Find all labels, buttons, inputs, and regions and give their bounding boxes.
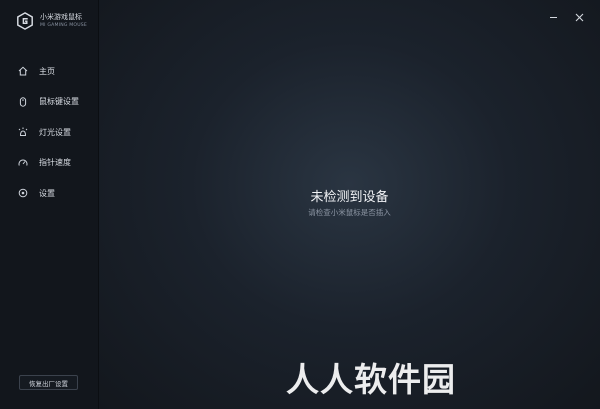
watermark: 人人软件园 xyxy=(286,360,456,399)
sidebar-item-pointer-speed[interactable]: 指针速度 xyxy=(0,148,99,179)
sidebar-item-label: 灯光设置 xyxy=(39,127,71,137)
sidebar-item-label: 设置 xyxy=(39,188,55,198)
mouse-icon xyxy=(17,96,29,108)
brand: 小米游戏鼠标 MI GAMING MOUSE xyxy=(16,12,87,30)
app-subtitle: MI GAMING MOUSE xyxy=(40,23,88,28)
sidebar-item-label: 鼠标键设置 xyxy=(39,97,79,107)
minimize-button[interactable] xyxy=(547,11,559,23)
home-icon xyxy=(17,65,29,77)
close-button[interactable] xyxy=(573,11,585,23)
main-panel: 未检测到设备 请检查小米鼠标是否插入 xyxy=(99,0,600,409)
status-title: 未检测到设备 xyxy=(310,190,389,205)
logo-icon xyxy=(17,12,33,30)
close-icon xyxy=(575,13,583,21)
settings-icon xyxy=(17,187,29,199)
reset-factory-button[interactable]: 恢复出厂设置 xyxy=(19,375,78,390)
sidebar-item-label: 指针速度 xyxy=(39,158,71,168)
sidebar: 小米游戏鼠标 MI GAMING MOUSE 主页 鼠标键设置 灯光设置 指针速… xyxy=(0,0,99,409)
light-icon xyxy=(17,126,29,138)
minimize-icon xyxy=(549,16,557,18)
sidebar-nav: 主页 鼠标键设置 灯光设置 指针速度 设置 xyxy=(0,56,99,209)
sidebar-item-settings[interactable]: 设置 xyxy=(0,178,99,209)
sidebar-item-home[interactable]: 主页 xyxy=(0,56,99,87)
sidebar-item-label: 主页 xyxy=(39,66,55,76)
sidebar-item-lighting[interactable]: 灯光设置 xyxy=(0,117,99,148)
app-title: 小米游戏鼠标 xyxy=(40,13,82,21)
status-subtitle: 请检查小米鼠标是否插入 xyxy=(308,208,391,217)
sidebar-item-mouse-buttons[interactable]: 鼠标键设置 xyxy=(0,87,99,118)
speed-gauge-icon xyxy=(17,157,29,169)
